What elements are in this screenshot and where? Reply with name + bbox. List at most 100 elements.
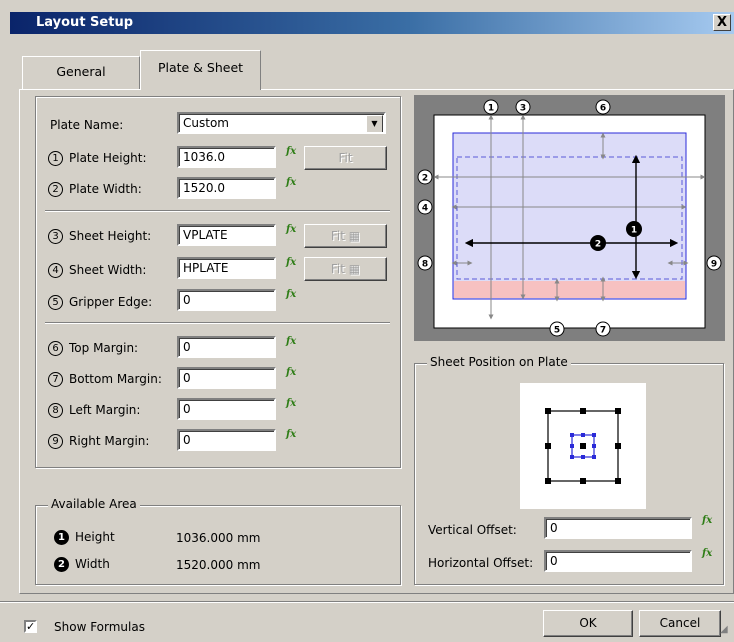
chevron-down-icon[interactable]: ▼ [366, 115, 383, 132]
sheet-height-label: 3 Sheet Height: [48, 229, 151, 244]
callout-5-label: 5 [554, 326, 560, 336]
fit-sheet-width-button[interactable]: Fit ▦ [304, 257, 387, 281]
plate-name-label: Plate Name: [50, 118, 124, 132]
ok-button[interactable]: OK [543, 610, 633, 637]
left-margin-input[interactable]: 0 [177, 398, 276, 420]
handle-mc [580, 443, 586, 449]
fx-icon[interactable]: fx [702, 515, 712, 526]
plate-height-input[interactable]: 1036.0 [177, 146, 276, 168]
number-circle-icon: 7 [48, 372, 63, 387]
fx-icon[interactable]: fx [286, 146, 296, 157]
number-circle-icon: 2 [48, 182, 63, 197]
inner-handle-ml [570, 444, 574, 448]
number-circle-icon: 1 [48, 151, 63, 166]
available-height-label: 1 Height [54, 530, 115, 545]
fx-icon[interactable]: fx [286, 398, 296, 409]
inner-handle-br [592, 455, 596, 459]
right-margin-input[interactable]: 0 [177, 429, 276, 451]
cancel-button[interactable]: Cancel [639, 610, 721, 637]
horizontal-offset-label: Horizontal Offset: [428, 556, 534, 570]
sheet-position-caption: Sheet Position on Plate [427, 355, 571, 369]
callout-4-label: 4 [422, 204, 428, 214]
callout-9-label: 9 [711, 260, 717, 270]
right-margin-label: 9 Right Margin: [48, 434, 149, 449]
top-margin-label: 6 Top Margin: [48, 341, 138, 356]
sheet-position-picker[interactable] [520, 383, 646, 509]
separator [45, 322, 390, 324]
inner-handle-tl [570, 433, 574, 437]
sheet-rect [452, 132, 687, 300]
fx-icon[interactable]: fx [286, 336, 296, 347]
handle-tr [615, 408, 621, 414]
number-circle-icon: 1 [54, 530, 69, 545]
callout-width-label: 2 [595, 240, 601, 250]
sheet-width-input[interactable]: HPLATE [177, 257, 276, 279]
number-circle-icon: 5 [48, 295, 63, 310]
plate-width-input[interactable]: 1520.0 [177, 177, 276, 199]
plate-height-label: 1 Plate Height: [48, 151, 147, 166]
handle-mr [615, 443, 621, 449]
fx-icon[interactable]: fx [286, 367, 296, 378]
plate-name-select[interactable]: Custom ▼ [177, 112, 386, 134]
close-button[interactable]: X [713, 14, 731, 31]
inner-handle-bc [581, 455, 585, 459]
handle-br [615, 478, 621, 484]
callout-3-label: 3 [520, 104, 526, 114]
fx-icon[interactable]: fx [286, 177, 296, 188]
bottom-margin-input[interactable]: 0 [177, 367, 276, 389]
callout-8-label: 8 [422, 260, 428, 270]
handle-tc [580, 408, 586, 414]
callout-1-label: 1 [488, 104, 494, 114]
number-circle-icon: 4 [48, 263, 63, 278]
inner-handle-bl [570, 455, 574, 459]
gripper-edge-label: 5 Gripper Edge: [48, 295, 152, 310]
grid-icon: ▦ [348, 262, 361, 276]
window-title: Layout Setup [36, 15, 134, 30]
handle-bc [580, 478, 586, 484]
callout-height-label: 1 [631, 226, 637, 236]
separator [45, 210, 390, 212]
handle-tl [545, 408, 551, 414]
callout-2-label: 2 [422, 174, 428, 184]
tab-general[interactable]: General [22, 56, 140, 89]
plate-sheet-diagram-svg: 1 3 6 2 4 8 9 5 7 1 2 [417, 99, 722, 337]
fit-sheet-height-button[interactable]: Fit ▦ [304, 224, 387, 248]
fx-icon[interactable]: fx [702, 548, 712, 559]
number-circle-icon: 6 [48, 341, 63, 356]
fit-plate-button[interactable]: Fit [304, 146, 387, 170]
number-circle-icon: 3 [48, 229, 63, 244]
callout-7-label: 7 [600, 326, 606, 336]
top-margin-input[interactable]: 0 [177, 336, 276, 358]
handle-bl [545, 478, 551, 484]
grid-icon: ▦ [348, 229, 361, 243]
bottom-margin-label: 7 Bottom Margin: [48, 372, 162, 387]
show-formulas-checkbox[interactable]: ✓ [24, 620, 37, 633]
fx-icon[interactable]: fx [286, 224, 296, 235]
inner-handle-tc [581, 433, 585, 437]
tab-plate-sheet[interactable]: Plate & Sheet [140, 50, 261, 90]
resize-grip-icon[interactable]: ◢ [720, 624, 728, 635]
horizontal-offset-input[interactable]: 0 [544, 550, 692, 572]
position-grid-svg [545, 408, 621, 484]
vertical-offset-input[interactable]: 0 [544, 517, 692, 539]
inner-handle-mr [592, 444, 596, 448]
vertical-offset-label: Vertical Offset: [428, 523, 517, 537]
gripper-edge-input[interactable]: 0 [177, 289, 276, 311]
number-circle-icon: 8 [48, 403, 63, 418]
plate-width-label: 2 Plate Width: [48, 182, 142, 197]
available-width-value: 1520.000 mm [176, 558, 261, 572]
available-height-value: 1036.000 mm [176, 531, 261, 545]
plate-sheet-diagram: 1 3 6 2 4 8 9 5 7 1 2 [414, 95, 725, 341]
callout-6-label: 6 [600, 104, 606, 114]
gripper-rect [454, 281, 685, 298]
fx-icon[interactable]: fx [286, 429, 296, 440]
sheet-height-input[interactable]: VPLATE [177, 224, 276, 246]
plate-name-value: Custom [183, 116, 229, 130]
number-circle-icon: 9 [48, 434, 63, 449]
fx-icon[interactable]: fx [286, 289, 296, 300]
sheet-width-label: 4 Sheet Width: [48, 263, 146, 278]
inner-handle-tr [592, 433, 596, 437]
left-margin-label: 8 Left Margin: [48, 403, 140, 418]
fx-icon[interactable]: fx [286, 257, 296, 268]
available-width-label: 2 Width [54, 557, 110, 572]
